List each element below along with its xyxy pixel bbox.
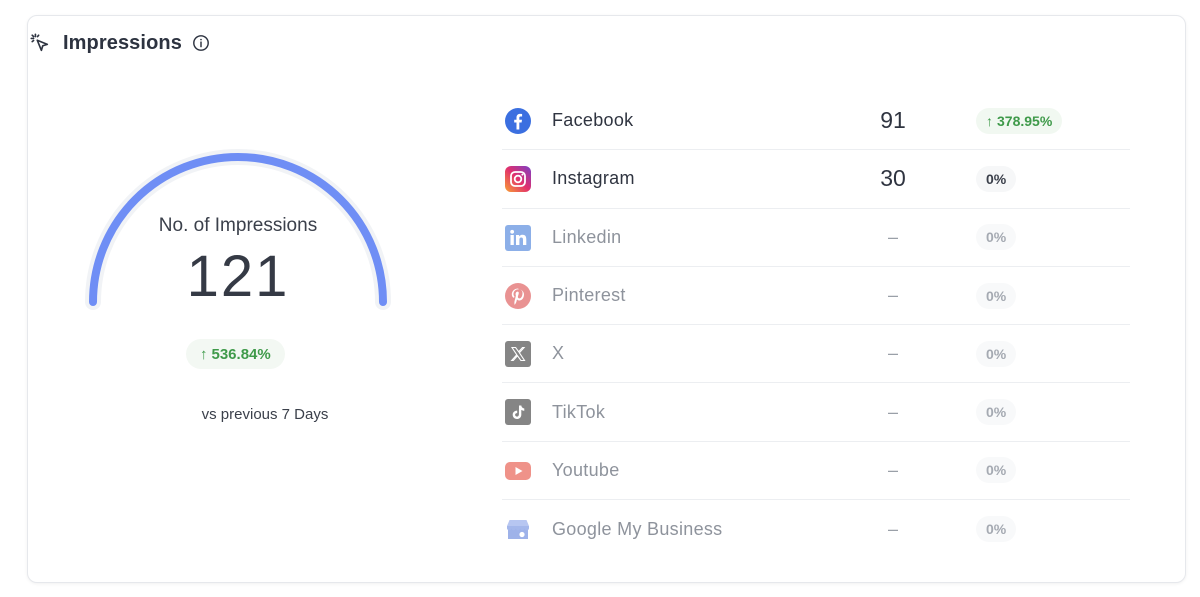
tiktok-icon (505, 399, 531, 426)
network-delta-value: 0% (986, 170, 1007, 187)
total-delta-badge: ↑ 536.84% (186, 339, 285, 369)
network-impressions-count: – (887, 285, 898, 306)
network-delta-badge: 0% (976, 516, 1017, 543)
network-row-facebook[interactable]: Facebook 91 ↑ 378.95% (502, 92, 1130, 151)
network-name: Linkedin (552, 226, 622, 247)
pinterest-icon (505, 282, 531, 309)
network-name: Youtube (552, 459, 620, 480)
network-name: Google My Business (552, 518, 723, 539)
network-name: Pinterest (552, 285, 626, 306)
network-row-pinterest[interactable]: Pinterest – 0% (502, 267, 1130, 326)
network-row-tiktok[interactable]: TikTok – 0% (502, 383, 1130, 442)
network-delta-badge: 0% (976, 165, 1017, 192)
network-delta-value: 0% (986, 345, 1007, 362)
x-icon (505, 341, 531, 368)
impressions-gauge: No. of Impressions 121 (78, 135, 398, 325)
linkedin-icon (505, 224, 531, 251)
network-impressions-count: – (887, 401, 898, 422)
network-delta-badge: 0% (976, 224, 1017, 251)
network-delta-value: 0% (986, 229, 1007, 246)
card-title: Impressions (63, 31, 182, 54)
network-breakdown-list: Facebook 91 ↑ 378.95% Instagram 30 0% Linkedin –… (502, 92, 1130, 558)
network-impressions-count: – (887, 518, 898, 539)
comparison-period: vs previous 7 Days (201, 406, 329, 423)
network-delta-value: 378.95% (997, 112, 1053, 129)
info-circle-icon[interactable] (192, 34, 210, 52)
arrow-up-icon: ↑ (986, 112, 993, 129)
cursor-click-icon (30, 33, 49, 52)
network-impressions-count: – (887, 459, 898, 480)
network-delta-badge: 0% (976, 399, 1017, 426)
network-delta-value: 0% (986, 287, 1007, 304)
network-delta-value: 0% (986, 521, 1007, 538)
network-row-youtube[interactable]: Youtube – 0% (502, 442, 1130, 501)
network-delta-badge: 0% (976, 340, 1017, 367)
network-row-instagram[interactable]: Instagram 30 0% (502, 150, 1130, 209)
network-name: Instagram (552, 168, 635, 189)
network-name: TikTok (552, 401, 606, 422)
network-impressions-count: – (887, 343, 898, 364)
network-name: X (552, 343, 565, 364)
facebook-icon (505, 108, 531, 134)
network-row-x[interactable]: X – 0% (502, 325, 1130, 384)
network-name: Facebook (552, 110, 634, 131)
youtube-icon (505, 458, 531, 484)
network-delta-badge: 0% (976, 457, 1017, 484)
network-delta-value: 0% (986, 462, 1007, 479)
network-row-google-my-business[interactable]: Google My Business – 0% (502, 500, 1130, 558)
network-row-linkedin[interactable]: Linkedin – 0% (502, 209, 1130, 267)
instagram-icon (505, 166, 531, 193)
gauge-label: No. of Impressions (158, 215, 318, 236)
card-header: Impressions (29, 28, 210, 58)
network-delta-value: 0% (986, 404, 1007, 421)
total-delta-value: 536.84% (211, 345, 271, 363)
network-delta-badge: ↑ 378.95% (976, 107, 1063, 134)
arrow-up-icon: ↑ (200, 345, 208, 363)
total-impressions-value: 121 (186, 244, 290, 309)
network-impressions-count: 30 (880, 165, 906, 192)
network-delta-badge: 0% (976, 282, 1017, 309)
network-impressions-count: – (887, 226, 898, 247)
google-my-business-icon (505, 516, 531, 542)
network-impressions-count: 91 (880, 107, 906, 134)
